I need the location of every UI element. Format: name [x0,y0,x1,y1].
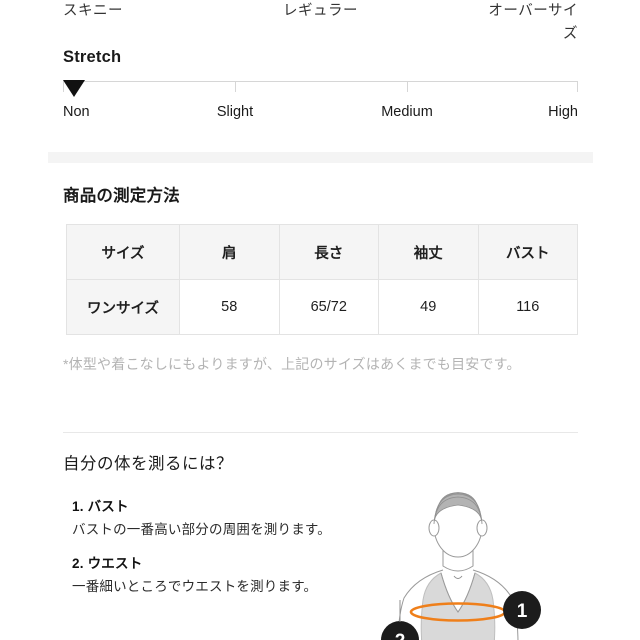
stretch-scale-names: Non Slight Medium High [63,104,578,126]
stretch-tick-medium [407,81,408,92]
how-to-measure-list: 1. バスト バストの一番高い部分の周囲を測ります。 2. ウエスト 一番細いと… [72,496,347,610]
female-torso-diagram: 1 2 [381,492,541,640]
stretch-tick-slight [235,81,236,92]
fit-label-regular: レギュラー [283,3,358,19]
badge-2-label: 2 [395,631,406,640]
cell-sleeve: 49 [378,279,479,335]
cell-size: ワンサイズ [66,279,180,335]
table-header-bust: バスト [477,224,578,280]
measurement-heading: 商品の測定方法 [63,187,180,205]
fit-scale-labels: スキニー レギュラー オーバーサイズ [63,0,578,50]
table-header-sleeve: 袖丈 [378,224,479,280]
table-header-shoulder: 肩 [179,224,280,280]
stretch-label-non: Non [63,104,90,120]
cell-shoulder: 58 [179,279,280,335]
tank-top-shape [420,572,496,640]
list-item: 2. ウエスト 一番細いところでウエストを測ります。 [72,553,347,598]
cell-bust: 116 [477,279,578,335]
stretch-title: Stretch [63,48,122,66]
size-table-note: *体型や着こなしにもよりますが、上記のサイズはあくまでも目安です。 [63,356,521,372]
measure-step-1-title: 1. バスト [72,499,129,514]
section-divider [63,432,578,433]
fit-label-oversize: オーバーサイズ [488,3,578,42]
stretch-scale: Non Slight Medium High [63,72,578,130]
table-header-row: サイズ 肩 長さ 袖丈 バスト [66,224,578,280]
list-item: 1. バスト バストの一番高い部分の周囲を測ります。 [72,496,347,541]
table-row: ワンサイズ 58 65/72 49 116 [66,279,578,335]
section-separator-band [48,152,593,163]
stretch-scale-track [63,81,578,82]
measure-step-1-body: バストの一番高い部分の周囲を測ります。 [72,522,331,537]
measure-step-2-title: 2. ウエスト [72,556,143,571]
how-to-measure-heading: 自分の体を測るには？ [63,455,233,473]
size-measurement-table: サイズ 肩 長さ 袖丈 バスト ワンサイズ 58 65/72 49 116 [66,224,578,335]
table-header-size: サイズ [66,224,180,280]
fit-label-skinny: スキニー [63,3,123,19]
stretch-label-medium: Medium [381,104,433,120]
stretch-label-slight: Slight [216,104,254,120]
collarbone-mark [453,575,463,579]
table-header-length: 長さ [278,224,379,280]
measure-step-2-body: 一番細いところでウエストを測ります。 [72,579,318,594]
body-measurement-illustration: 1 2 [378,474,598,640]
stretch-label-high: High [548,104,578,120]
stretch-tick-high [577,81,578,92]
badge-1-label: 1 [517,601,528,622]
stretch-value-marker [63,80,85,97]
cell-length: 65/72 [278,279,379,335]
